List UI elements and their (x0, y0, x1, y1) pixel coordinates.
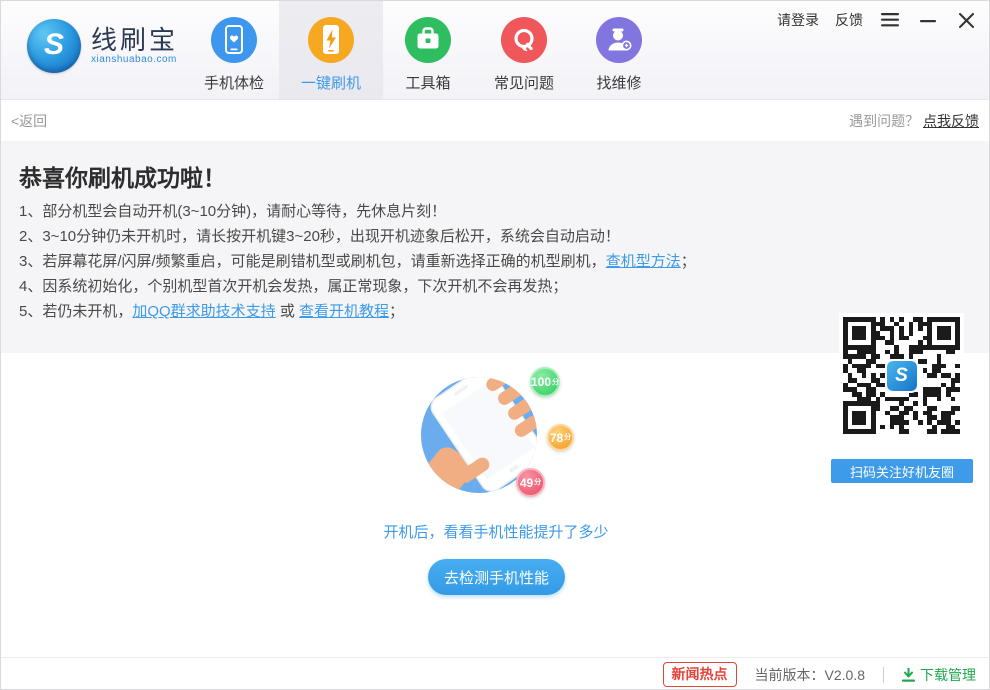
score-bubble-100: 100分 (530, 367, 560, 397)
score-value: 49 (520, 477, 533, 489)
footer-bar: 新闻热点 当前版本：V2.0.8 下载管理 (1, 657, 990, 690)
menu-icon[interactable] (879, 9, 901, 31)
notice-line: 4、因系统初始化，个别机型首次开机会发热，属正常现象，下次开机不会再发热； (19, 274, 799, 299)
score-unit: 分 (564, 434, 571, 441)
question-icon (501, 17, 547, 63)
version-label: 当前版本：V2.0.8 (755, 665, 865, 685)
download-icon (902, 668, 915, 682)
nav-label: 工具箱 (405, 72, 450, 93)
nav-item-one-key-flash[interactable]: 一键刷机 (279, 1, 383, 99)
score-unit: 分 (534, 479, 541, 486)
notice-line: 2、3~10分钟仍未开机时，请长按开机键3~20秒，出现开机迹象后松开，系统会自… (19, 224, 799, 249)
success-title: 恭喜你刷机成功啦！ (19, 159, 226, 193)
inline-link[interactable]: 查机型方法 (606, 253, 681, 270)
nav-item-faq[interactable]: 常见问题 (476, 1, 572, 99)
app-subtitle: xianshuabao.com (91, 54, 178, 65)
notice-line: 5、若仍未开机，加QQ群求助技术支持 或 查看开机教程； (19, 299, 799, 324)
logo-s-icon: S (27, 19, 81, 73)
nav-item-find-repair[interactable]: 找维修 (571, 1, 667, 99)
minimize-icon[interactable] (917, 9, 939, 31)
score-value: 100 (531, 376, 551, 388)
close-icon[interactable] (955, 9, 977, 31)
header: S 线刷宝 xianshuabao.com 手机体检 (1, 1, 990, 100)
qr-logo-icon: S (885, 359, 919, 393)
score-value: 78 (550, 432, 563, 444)
score-unit: 分 (552, 379, 559, 386)
notice-list: 1、部分机型会自动开机(3~10分钟)，请耐心等待，先休息片刻！2、3~10分钟… (19, 199, 799, 324)
download-manager-button[interactable]: 下载管理 (902, 665, 976, 685)
toolbox-icon (405, 17, 451, 63)
qr-monogram: S (895, 365, 908, 387)
app-window: S 线刷宝 xianshuabao.com 手机体检 (0, 0, 990, 690)
nav-item-toolbox[interactable]: 工具箱 (380, 1, 476, 99)
news-hotspot-button[interactable]: 新闻热点 (663, 662, 737, 687)
nav-label: 找维修 (596, 72, 641, 93)
score-bubble-49: 49分 (516, 468, 545, 497)
problem-hint: 遇到问题？ 点我反馈 (849, 111, 979, 131)
app-logo: S 线刷宝 xianshuabao.com (27, 19, 178, 73)
inline-link[interactable]: 查看开机教程 (299, 303, 389, 320)
login-link[interactable]: 请登录 (777, 10, 819, 30)
nav-label: 一键刷机 (301, 72, 361, 93)
notice-line: 1、部分机型会自动开机(3~10分钟)，请耐心等待，先休息片刻！ (19, 199, 799, 224)
flash-phone-icon (308, 17, 354, 63)
feedback-link[interactable]: 反馈 (835, 10, 863, 30)
repair-person-icon (596, 17, 642, 63)
sub-bar: <返回 遇到问题？ 点我反馈 (1, 100, 990, 141)
qr-caption-banner[interactable]: 扫码关注好机友圈 (831, 459, 973, 483)
success-notice-panel: 恭喜你刷机成功啦！ 1、部分机型会自动开机(3~10分钟)，请耐心等待，先休息片… (1, 141, 990, 353)
inline-link[interactable]: 加QQ群求助技术支持 (132, 303, 275, 320)
window-controls: 请登录 反馈 (777, 9, 977, 31)
nav-label: 常见问题 (494, 72, 554, 93)
score-bubble-78: 78分 (547, 424, 574, 451)
download-label: 下载管理 (920, 665, 976, 685)
nav-item-phone-checkup[interactable]: 手机体检 (186, 1, 282, 99)
app-title: 线刷宝 (91, 27, 178, 54)
nav-label: 手机体检 (204, 72, 264, 93)
logo-monogram: S (44, 28, 64, 62)
click-feedback-link[interactable]: 点我反馈 (923, 113, 979, 129)
problem-label: 遇到问题？ (849, 113, 919, 129)
result-caption: 开机后，看看手机性能提升了多少 (1, 521, 990, 542)
notice-line: 3、若屏幕花屏/闪屏/频繁重启，可能是刷错机型或刷机包，请重新选择正确的机型刷机… (19, 249, 799, 274)
back-button[interactable]: <返回 (11, 111, 47, 131)
qr-code: S (839, 313, 964, 438)
phone-check-icon (211, 17, 257, 63)
footer-divider (883, 667, 884, 683)
check-performance-button[interactable]: 去检测手机性能 (428, 559, 565, 595)
